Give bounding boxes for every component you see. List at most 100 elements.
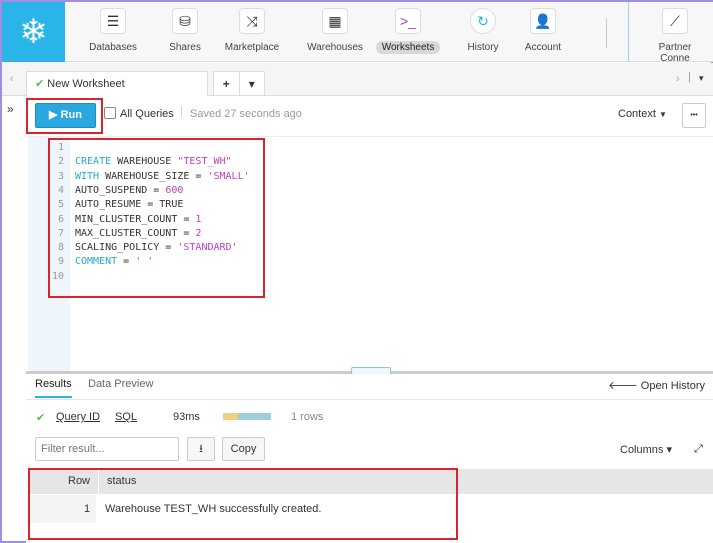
add-tab-button[interactable]: + <box>214 72 240 95</box>
add-tab-group: + ▾ <box>213 71 265 96</box>
tab-results[interactable]: Results <box>35 378 72 398</box>
code-token: 2 <box>195 227 202 239</box>
tab-new-worksheet[interactable]: ✔ New Worksheet <box>26 71 208 97</box>
nav-partner-conne[interactable]: ⟋ Partner Conne <box>640 8 710 65</box>
run-label: Run <box>60 109 82 121</box>
copy-button[interactable]: Copy <box>222 437 265 461</box>
code-token: "TEST_WH" <box>177 156 232 168</box>
terminal-icon: >_ <box>395 8 421 34</box>
top-nav: ❄ ☰ Databases ⛁ Shares ⤨ Marketplace ▦ Warehous… <box>2 2 713 65</box>
code-token: COMMENT <box>75 256 118 268</box>
line-number: 6 <box>57 213 64 225</box>
code-token: AUTO_RESUME = TRUE <box>75 199 184 211</box>
nav-worksheets[interactable]: >_ Worksheets <box>373 8 443 54</box>
saved-status: Saved 27 seconds ago <box>190 108 302 120</box>
nav-label: Databases <box>89 42 137 53</box>
nav-divider <box>628 2 629 62</box>
code-token: WAREHOUSE <box>111 156 178 168</box>
code-token: MAX_CLUSTER_COUNT = <box>75 227 196 239</box>
columns-dropdown[interactable]: Columns ▾ <box>620 443 672 456</box>
nav-warehouses[interactable]: ▦ Warehouses <box>300 8 370 54</box>
line-number: 5 <box>57 199 64 211</box>
tab-prev-icon[interactable]: ‹ <box>10 73 14 85</box>
results-table-header: Row status <box>28 469 713 494</box>
duration-bar <box>223 413 271 420</box>
line-number: 8 <box>57 242 64 254</box>
column-header-status[interactable]: status <box>107 475 136 487</box>
code-token: 600 <box>165 184 184 196</box>
line-number: 9 <box>57 256 64 268</box>
code-token: WITH <box>75 170 100 182</box>
arrow-left-icon: 🡐 <box>608 380 638 392</box>
context-label: Context <box>618 108 656 120</box>
code-token: CREATE <box>75 156 112 168</box>
fullscreen-icon[interactable]: ⤢ <box>694 443 703 456</box>
status-cell[interactable]: Warehouse TEST_WH successfully created. <box>105 503 321 515</box>
warehouse-grid-icon: ▦ <box>322 8 348 34</box>
query-duration: 93ms <box>173 411 200 423</box>
worksheet-toolbar: ▶ Run All Queries | Saved 27 seconds ago… <box>26 96 713 136</box>
context-dropdown[interactable]: Context ▼ <box>618 108 667 120</box>
tab-list-dropdown-icon[interactable]: ▾ <box>699 73 704 84</box>
nav-shares[interactable]: ⛁ Shares <box>150 8 220 54</box>
run-button[interactable]: ▶ Run <box>35 103 96 128</box>
user-icon: 👤 <box>530 8 556 34</box>
shuffle-icon: ⤨ <box>239 8 265 34</box>
code-token: = <box>117 256 136 268</box>
line-number: 3 <box>57 170 64 182</box>
database-icon: ☰ <box>100 8 126 34</box>
nav-label: Partner Conne <box>658 42 692 64</box>
nav-label: Shares <box>169 42 201 53</box>
nav-divider <box>606 18 607 48</box>
code-token: ' ' <box>135 256 154 268</box>
all-queries-checkbox[interactable] <box>104 107 116 119</box>
nav-account[interactable]: 👤 Account <box>508 8 578 54</box>
line-number: 7 <box>57 227 64 239</box>
line-number: 1 <box>57 142 64 153</box>
snowflake-logo-icon[interactable]: ❄ <box>2 2 65 62</box>
tab-menu-button[interactable]: ▾ <box>240 72 265 95</box>
shares-icon: ⛁ <box>172 8 198 34</box>
sql-link[interactable]: SQL <box>115 411 137 423</box>
open-history-link[interactable]: 🡐 Open History <box>608 378 705 392</box>
code-token: AUTO_SUSPEND = <box>75 184 166 196</box>
sql-editor[interactable]: 1 2 CREATE WAREHOUSE "TEST_WH" 3 WITH WAREHO… <box>26 136 713 373</box>
nav-label: Warehouses <box>307 42 363 53</box>
code-token: 1 <box>195 213 202 225</box>
line-number: 10 <box>51 270 64 282</box>
nav-label: History <box>467 42 499 53</box>
check-icon: ✔ <box>35 78 45 90</box>
code-token: WAREHOUSE_SIZE = <box>99 170 208 182</box>
download-icon: ⭳ <box>199 443 203 455</box>
line-number: 2 <box>57 156 64 168</box>
worksheet-tab-bar: ‹ ✔ New Worksheet + ▾ › | ▾ <box>2 63 713 97</box>
code-token: 'STANDARD' <box>177 242 238 254</box>
filter-result-input[interactable] <box>35 437 179 461</box>
tab-label: New Worksheet <box>47 78 125 90</box>
success-check-icon: ✔ <box>36 412 46 424</box>
nav-marketplace[interactable]: ⤨ Marketplace <box>217 8 287 54</box>
history-icon: ↻ <box>470 8 496 34</box>
play-icon: ▶ <box>49 109 58 121</box>
all-queries-label: All Queries <box>120 108 174 120</box>
column-header-row[interactable]: Row <box>68 475 90 487</box>
code-token: MIN_CLUSTER_COUNT = <box>75 213 196 225</box>
tab-data-preview[interactable]: Data Preview <box>88 378 153 390</box>
nav-databases[interactable]: ☰ Databases <box>78 8 148 54</box>
more-options-button[interactable]: ••• <box>682 103 706 128</box>
tab-next-icon[interactable]: › <box>676 73 680 85</box>
nav-label: Marketplace <box>224 42 280 53</box>
code-token: SCALING_POLICY = <box>75 242 178 254</box>
row-count: 1 rows <box>291 411 324 423</box>
row-number: 1 <box>84 503 91 515</box>
query-id-link[interactable]: Query ID <box>56 411 100 423</box>
nav-label: Worksheets <box>375 41 441 54</box>
results-panel: Results Data Preview 🡐 Open History ✔ Qu… <box>26 374 713 543</box>
code-token: 'SMALL' <box>207 170 250 182</box>
download-button[interactable]: ⭳ <box>187 437 215 461</box>
open-history-label: Open History <box>640 380 705 392</box>
line-number: 4 <box>57 184 64 196</box>
expand-sidebar-icon[interactable]: » <box>7 102 14 116</box>
partner-connect-icon: ⟋ <box>662 8 688 34</box>
nav-label: Account <box>524 42 562 53</box>
